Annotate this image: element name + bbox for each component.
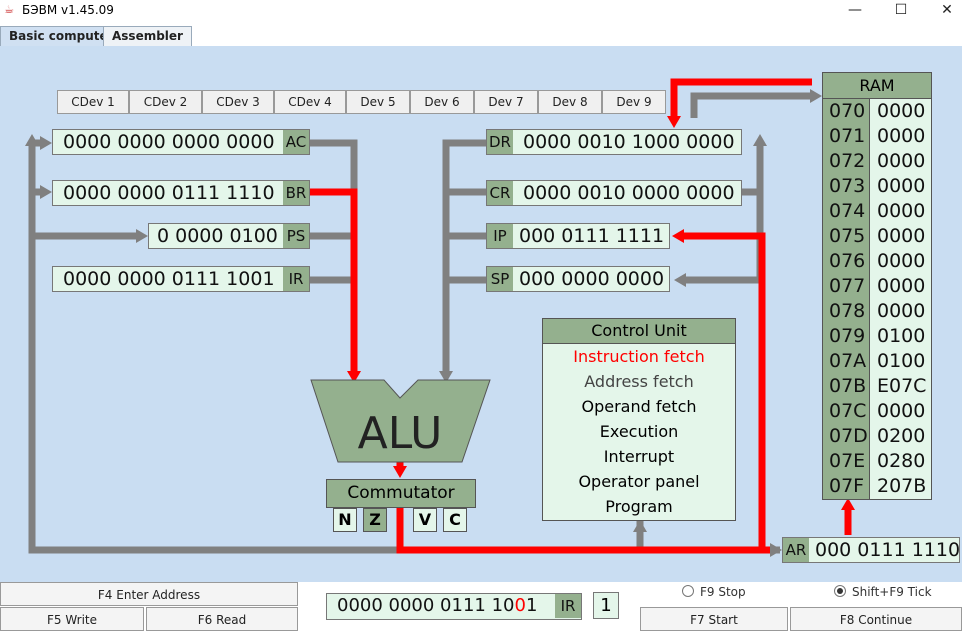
register-br-value: 0000 0000 0111 1110 xyxy=(63,182,275,204)
device-button-dev9[interactable]: Dev 9 xyxy=(602,90,666,114)
ram-value: 0280 xyxy=(877,450,926,472)
input-register-label: IR xyxy=(555,594,581,618)
input-register-value[interactable]: 0000 0000 0111 1001 xyxy=(327,594,537,618)
register-sp-label: SP xyxy=(487,267,513,291)
register-dr-value: 0000 0010 1000 0000 xyxy=(523,131,735,153)
ram-address: 07F xyxy=(829,475,865,497)
register-ip-value: 000 0111 1111 xyxy=(519,225,665,247)
tick-radio-icon[interactable] xyxy=(834,585,846,597)
read-button[interactable]: F6 Read xyxy=(146,607,298,631)
ram-value: 0000 xyxy=(877,175,926,197)
ram-address: 072 xyxy=(829,150,866,172)
device-button-cdev3[interactable]: CDev 3 xyxy=(202,90,274,114)
ram-value: 207B xyxy=(877,475,927,497)
ram-address: 074 xyxy=(829,200,866,222)
register-br-label: BR xyxy=(283,181,309,205)
ram-address: 075 xyxy=(829,225,866,247)
ram-value: 0200 xyxy=(877,425,926,447)
program-state-indicator: 1 xyxy=(593,592,619,619)
ram-value: 0000 xyxy=(877,100,926,122)
register-ac-label: AC xyxy=(283,130,309,154)
ram-address: 079 xyxy=(829,325,866,347)
register-ir: 0000 0000 0111 1001 IR xyxy=(52,266,310,292)
write-button[interactable]: F5 Write xyxy=(0,607,144,631)
device-button-cdev1[interactable]: CDev 1 xyxy=(57,90,129,114)
ram-value: 0000 xyxy=(877,275,926,297)
ram-value: 0000 xyxy=(877,150,926,172)
control-unit-stage: Operand fetch xyxy=(581,397,697,416)
ram-address: 07B xyxy=(829,375,867,397)
commutator: Commutator xyxy=(326,479,476,508)
ram-value: 0000 xyxy=(877,125,926,147)
register-ps-label: PS xyxy=(283,224,309,248)
control-unit-panel: Control Unit Instruction fetch Address fe… xyxy=(542,318,736,521)
register-ar-value: 000 0111 1110 xyxy=(815,539,961,561)
start-button[interactable]: F7 Start xyxy=(640,607,788,631)
stop-radio[interactable]: F9 Stop xyxy=(682,585,746,599)
control-unit-stage: Operator panel xyxy=(578,472,700,491)
ram-value: 0100 xyxy=(877,325,926,347)
ram-value: 0000 xyxy=(877,200,926,222)
continue-button[interactable]: F8 Continue xyxy=(790,607,962,631)
device-button-dev6[interactable]: Dev 6 xyxy=(410,90,474,114)
register-ip-label: IP xyxy=(487,224,513,248)
alu-label: ALU xyxy=(357,408,443,459)
register-cr: CR 0000 0010 0000 0000 xyxy=(486,180,742,206)
input-register[interactable]: 0000 0000 0111 1001 IR xyxy=(326,593,582,620)
ram-value: E07C xyxy=(877,375,927,397)
register-ir-value: 0000 0000 0111 1001 xyxy=(63,268,275,290)
register-sp-value: 000 0000 0000 xyxy=(519,268,665,290)
ram-address: 078 xyxy=(829,300,866,322)
ram-value: 0000 xyxy=(877,400,926,422)
ram-address: 07A xyxy=(829,350,867,372)
ram-address: 077 xyxy=(829,275,866,297)
ram-address: 071 xyxy=(829,125,866,147)
register-br: 0000 0000 0111 1110 BR xyxy=(52,180,310,206)
flag-z: Z xyxy=(363,508,387,532)
flag-c: C xyxy=(443,508,467,532)
register-cr-label: CR xyxy=(487,181,513,205)
control-unit-stage: Execution xyxy=(599,422,679,441)
flag-n: N xyxy=(333,508,357,532)
register-ir-label: IR xyxy=(283,267,309,291)
ram-address: 070 xyxy=(829,100,866,122)
register-dr: DR 0000 0010 1000 0000 xyxy=(486,129,742,155)
ram-value: 0100 xyxy=(877,350,926,372)
ram-address: 07E xyxy=(829,450,866,472)
device-button-dev5[interactable]: Dev 5 xyxy=(346,90,410,114)
input-register-cursor-bit: 0 xyxy=(514,595,526,616)
ram-value: 0000 xyxy=(877,250,926,272)
flag-v: V xyxy=(413,508,437,532)
ram-panel: RAM 070 0000 071 0000 072 0000 073 0000 074 0000 0… xyxy=(822,72,932,500)
stop-radio-icon[interactable] xyxy=(682,585,694,597)
register-ps-value: 0 0000 0100 xyxy=(157,225,278,247)
ram-address: 073 xyxy=(829,175,866,197)
ram-title: RAM xyxy=(823,73,931,99)
enter-address-button[interactable]: F4 Enter Address xyxy=(0,582,298,606)
ram-address: 076 xyxy=(829,250,866,272)
ram-value: 0000 xyxy=(877,300,926,322)
control-unit-stage: Interrupt xyxy=(603,447,675,466)
register-ac-value: 0000 0000 0000 0000 xyxy=(63,131,275,153)
register-ar: AR 000 0111 1110 xyxy=(782,537,960,563)
register-ip: IP 000 0111 1111 xyxy=(486,223,670,249)
device-button-dev8[interactable]: Dev 8 xyxy=(538,90,602,114)
tick-radio[interactable]: Shift+F9 Tick xyxy=(834,585,932,599)
ram-value: 0000 xyxy=(877,225,926,247)
control-unit-stage: Instruction fetch xyxy=(573,347,705,366)
device-button-dev7[interactable]: Dev 7 xyxy=(474,90,538,114)
register-ar-label: AR xyxy=(783,538,809,562)
control-unit-stage: Program xyxy=(605,497,673,516)
register-ps: 0 0000 0100 PS xyxy=(148,223,310,249)
ram-address: 07C xyxy=(829,400,867,422)
device-button-cdev4[interactable]: CDev 4 xyxy=(274,90,346,114)
register-cr-value: 0000 0010 0000 0000 xyxy=(523,182,735,204)
register-sp: SP 000 0000 0000 xyxy=(486,266,670,292)
control-unit-stage: Address fetch xyxy=(584,372,694,391)
control-unit-title: Control Unit xyxy=(543,319,735,344)
register-ac: 0000 0000 0000 0000 AC xyxy=(52,129,310,155)
device-button-cdev2[interactable]: CDev 2 xyxy=(129,90,202,114)
ram-address: 07D xyxy=(829,425,868,447)
register-dr-label: DR xyxy=(487,130,513,154)
